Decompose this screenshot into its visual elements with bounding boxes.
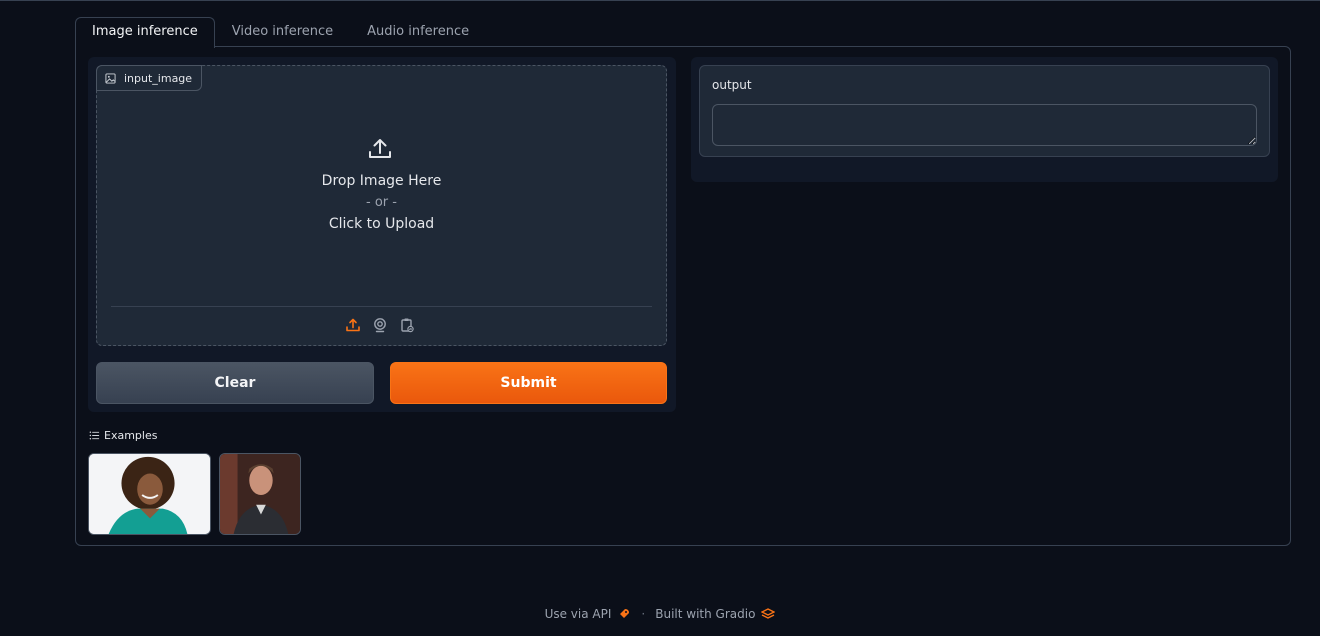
top-border xyxy=(0,0,1320,1)
tab-bar: Image inference Video inference Audio in… xyxy=(75,17,486,48)
example-image-2[interactable] xyxy=(219,453,301,535)
input-image-label-text: input_image xyxy=(124,71,193,85)
use-via-api-link[interactable]: Use via API xyxy=(545,607,632,621)
webcam-source-icon[interactable] xyxy=(371,316,389,334)
footer: Use via API · Built with Gradio xyxy=(0,607,1320,621)
built-with-gradio-link[interactable]: Built with Gradio xyxy=(655,607,776,621)
clear-button[interactable]: Clear xyxy=(96,362,374,404)
input-image-label: input_image xyxy=(96,65,203,91)
rocket-icon xyxy=(620,609,630,618)
tab-audio-inference[interactable]: Audio inference xyxy=(350,17,486,47)
source-selector xyxy=(344,316,416,334)
examples-label-text: Examples xyxy=(104,429,158,442)
gradio-logo-icon xyxy=(761,608,776,619)
output-label: output xyxy=(712,78,752,92)
footer-separator: · xyxy=(641,607,646,621)
output-textbox[interactable] xyxy=(712,104,1257,146)
example-image-1[interactable] xyxy=(88,453,211,535)
drop-image-text: Drop Image Here xyxy=(321,173,442,189)
click-to-upload-text: Click to Upload xyxy=(328,216,435,232)
source-divider xyxy=(111,306,652,307)
use-via-api-text: Use via API xyxy=(544,607,612,621)
example-woman-image xyxy=(89,454,210,534)
example-man-image xyxy=(220,454,300,534)
or-text: - or - xyxy=(366,195,397,210)
upload-source-icon[interactable] xyxy=(344,316,362,334)
list-icon xyxy=(89,431,100,440)
tab-image-inference[interactable]: Image inference xyxy=(75,17,215,48)
built-with-gradio-text: Built with Gradio xyxy=(655,607,756,621)
image-icon xyxy=(105,72,116,84)
upload-icon xyxy=(368,139,391,158)
clipboard-source-icon[interactable] xyxy=(398,316,416,334)
upload-prompt[interactable]: Drop Image Here - or - Click to Upload xyxy=(96,135,667,232)
submit-button[interactable]: Submit xyxy=(390,362,667,404)
examples-header: Examples xyxy=(89,429,157,442)
tab-video-inference[interactable]: Video inference xyxy=(215,17,350,47)
